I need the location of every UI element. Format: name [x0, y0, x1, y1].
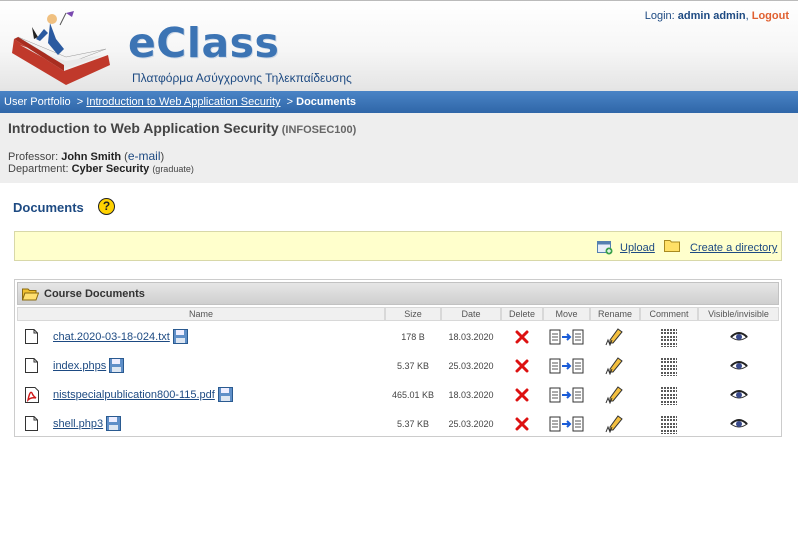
file-icon	[25, 409, 45, 438]
breadcrumb: User Portfolio > Introduction to Web App…	[0, 91, 798, 113]
delete-icon[interactable]	[501, 409, 543, 438]
file-link[interactable]: chat.2020-03-18-024.txt	[53, 331, 170, 343]
logo-subtitle: Πλατφόρμα Ασύγχρονης Τηλεκπαίδευσης	[132, 71, 352, 85]
professor-line: Professor: John Smith (e-mail)	[8, 149, 165, 163]
department-name: Cyber Security	[71, 163, 150, 175]
eclass-logo-icon	[12, 11, 110, 85]
rename-icon[interactable]	[590, 322, 640, 351]
breadcrumb-portfolio[interactable]: User Portfolio	[4, 96, 71, 108]
delete-icon[interactable]	[501, 380, 543, 409]
department-level: (graduate)	[152, 164, 194, 174]
save-icon[interactable]	[109, 358, 125, 373]
breadcrumb-separator: >	[76, 96, 84, 108]
document-toolbar: Upload Create a directory	[14, 231, 782, 261]
breadcrumb-separator: >	[286, 96, 294, 108]
course-code: (INFOSEC100)	[281, 124, 357, 136]
move-icon[interactable]	[543, 409, 590, 438]
column-header-name: Name	[17, 307, 385, 321]
table-row: index.phps 5.37 KB 25.03.2020	[17, 351, 779, 380]
file-date: 25.03.2020	[448, 360, 494, 371]
page-title: Documents	[13, 200, 84, 215]
move-icon[interactable]	[543, 322, 590, 351]
login-status: Login: admin admin, Logout	[645, 10, 789, 22]
file-link[interactable]: index.phps	[53, 360, 106, 372]
username: admin admin	[677, 10, 746, 22]
rename-icon[interactable]	[590, 351, 640, 380]
professor-label: Professor:	[8, 151, 59, 163]
file-date: 18.03.2020	[448, 331, 494, 342]
file-size: 178 B	[401, 331, 425, 342]
rename-icon[interactable]	[590, 380, 640, 409]
login-separator: ,	[745, 10, 749, 22]
visible-eye-icon[interactable]	[698, 409, 779, 438]
column-header-comment: Comment	[640, 307, 698, 321]
save-icon[interactable]	[217, 387, 233, 402]
file-date: 18.03.2020	[448, 389, 494, 400]
comment-icon[interactable]	[640, 409, 698, 438]
table-row: chat.2020-03-18-024.txt 178 B 18.03.2020	[17, 322, 779, 351]
course-info: Introduction to Web Application Security…	[0, 113, 798, 183]
breadcrumb-course-link[interactable]: Introduction to Web Application Security	[86, 96, 280, 108]
file-icon	[25, 351, 45, 380]
pdf-icon	[25, 380, 45, 409]
create-directory-link[interactable]: Create a directory	[690, 242, 777, 254]
folder-title: Course Documents	[44, 288, 145, 300]
file-link[interactable]: nistspecialpublication800-115.pdf	[53, 389, 215, 401]
delete-icon[interactable]	[501, 351, 543, 380]
file-icon	[25, 322, 45, 351]
column-header-move: Move	[543, 307, 590, 321]
column-header-visible: Visible/invisible	[698, 307, 779, 321]
comment-icon[interactable]	[640, 322, 698, 351]
help-icon[interactable]: ?	[98, 198, 115, 215]
file-size: 5.37 KB	[396, 418, 430, 429]
breadcrumb-current: Documents	[296, 96, 357, 108]
column-header-size: Size	[385, 307, 441, 321]
folder-header: Course Documents	[17, 282, 779, 305]
file-date: 25.03.2020	[448, 418, 494, 429]
comment-icon[interactable]	[640, 380, 698, 409]
move-icon[interactable]	[543, 380, 590, 409]
file-size: 5.37 KB	[396, 360, 430, 371]
column-header-delete: Delete	[501, 307, 543, 321]
logout-link[interactable]: Logout	[752, 10, 789, 22]
save-icon[interactable]	[172, 329, 188, 344]
open-folder-icon	[22, 288, 39, 301]
column-header-rename: Rename	[590, 307, 640, 321]
folder-icon[interactable]	[664, 238, 680, 252]
file-link[interactable]: shell.php3	[53, 418, 103, 430]
delete-icon[interactable]	[501, 322, 543, 351]
upload-link[interactable]: Upload	[620, 242, 655, 254]
documents-table: Course Documents Name Size Date Delete M…	[14, 279, 782, 437]
course-title: Introduction to Web Application Security	[8, 120, 279, 136]
upload-icon[interactable]	[597, 241, 613, 255]
login-label: Login:	[644, 10, 675, 22]
column-header-date: Date	[441, 307, 501, 321]
visible-eye-icon[interactable]	[698, 322, 779, 351]
logo-title: eClass	[128, 19, 280, 67]
visible-eye-icon[interactable]	[698, 380, 779, 409]
visible-eye-icon[interactable]	[698, 351, 779, 380]
rename-icon[interactable]	[590, 409, 640, 438]
professor-name: John Smith	[61, 151, 122, 163]
table-row: shell.php3 5.37 KB 25.03.2020	[17, 409, 779, 438]
site-header: eClass Πλατφόρμα Ασύγχρονης Τηλεκπαίδευσ…	[0, 0, 798, 91]
professor-email-link[interactable]: e-mail	[128, 149, 161, 163]
department-line: Department: Cyber Security (graduate)	[8, 163, 194, 175]
comment-icon[interactable]	[640, 351, 698, 380]
table-row: nistspecialpublication800-115.pdf 465.01…	[17, 380, 779, 409]
file-size: 465.01 KB	[391, 389, 435, 400]
move-icon[interactable]	[543, 351, 590, 380]
department-label: Department:	[8, 163, 69, 175]
save-icon[interactable]	[106, 416, 122, 431]
